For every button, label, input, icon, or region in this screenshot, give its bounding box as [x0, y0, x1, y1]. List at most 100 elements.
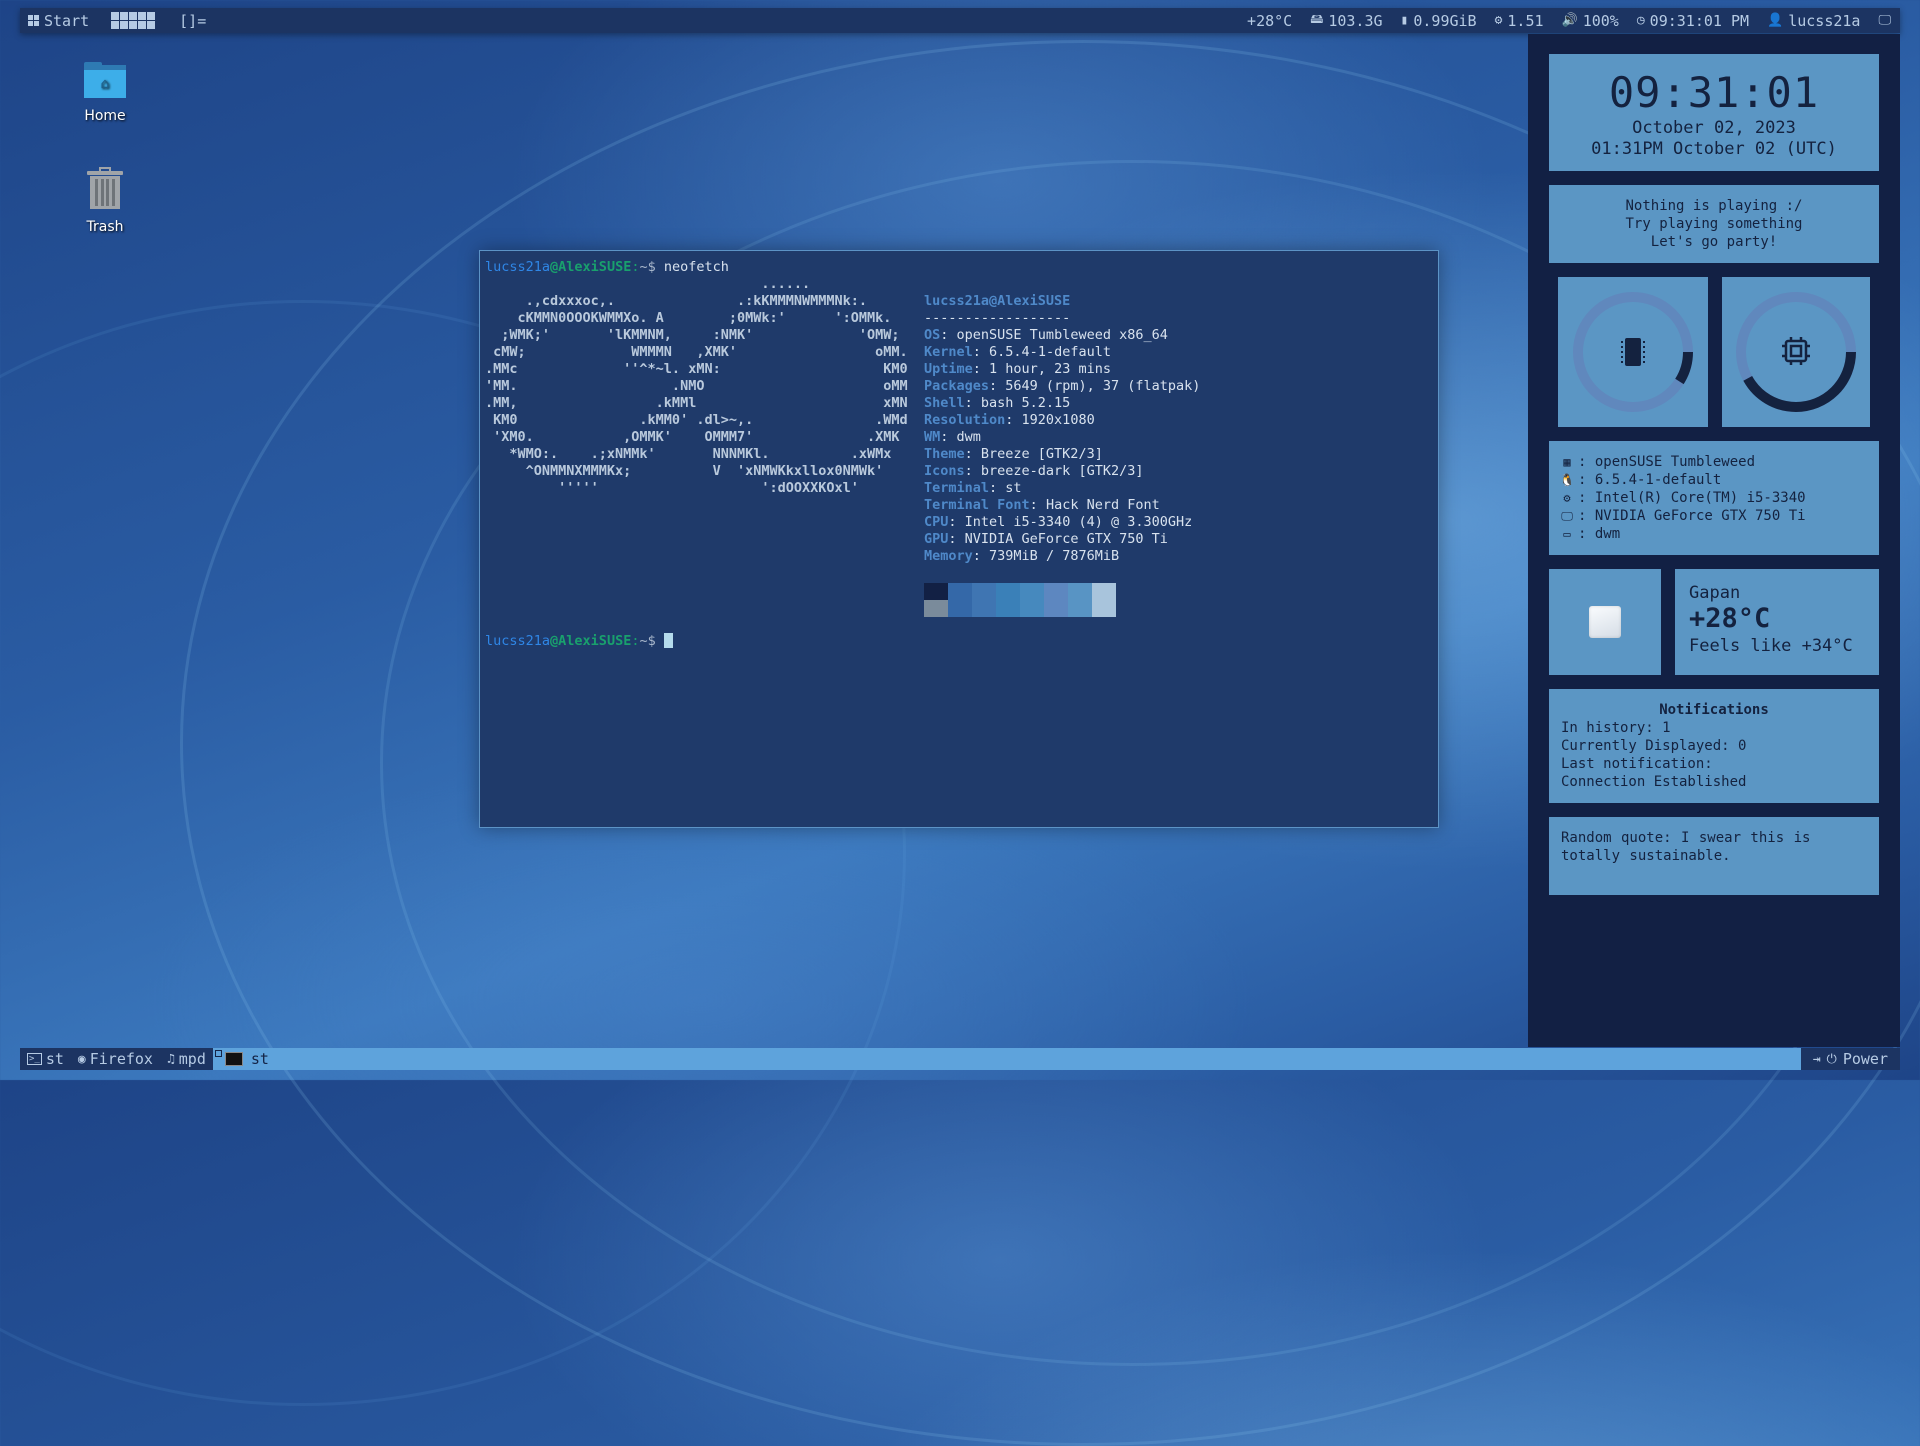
tag-1[interactable] — [111, 12, 120, 20]
prompt-host: AlexiSUSE — [558, 259, 632, 275]
palette-swatch — [972, 600, 996, 617]
tag-8[interactable] — [129, 21, 138, 29]
info-value: 739MiB / 7876MiB — [989, 548, 1120, 564]
memory-chip-icon — [1621, 338, 1645, 366]
launcher-firefox[interactable]: ◉ Firefox — [71, 1048, 160, 1070]
clock-date: October 02, 2023 — [1632, 118, 1796, 138]
info-value: NVIDIA GeForce GTX 750 Ti — [964, 531, 1168, 547]
system-info: lucss21a@AlexiSUSE ------------------ OS… — [924, 293, 1200, 564]
palette-swatch — [1020, 583, 1044, 600]
power-button[interactable]: ⇥ ⏻ Power — [1801, 1048, 1900, 1070]
info-value: 1920x1080 — [1021, 412, 1095, 428]
cpu-gauge — [1722, 277, 1870, 427]
ascii-line: .,cdxxxoc,. .:kKMMMNWMMMNk:. — [485, 293, 868, 309]
launcher-label: Firefox — [89, 1050, 153, 1068]
tag-4[interactable] — [138, 12, 147, 20]
ascii-logo: ...... .,cdxxxoc,. .:kKMMMNWMMMNk:. cKMM… — [485, 276, 908, 497]
palette-swatch — [1020, 600, 1044, 617]
memory-icon: ▮ — [1400, 13, 1409, 28]
floating-indicator — [214, 1050, 222, 1057]
desktop-icon-trash[interactable]: Trash — [60, 167, 150, 235]
command-line: lucss21a@AlexiSUSE:~$ neofetch — [485, 259, 1433, 276]
monitor-icon: 🖵 — [1878, 13, 1891, 28]
tag-5[interactable] — [147, 12, 156, 20]
sysinfo-colon: : — [1578, 472, 1595, 488]
info-colon: : — [948, 514, 965, 530]
text-cursor — [663, 633, 673, 648]
temperature-status: +28°C — [1238, 12, 1301, 30]
start-button[interactable]: Start — [20, 12, 97, 30]
clock-value: 09:31:01 PM — [1649, 11, 1750, 30]
cpu-icon: ⚙ — [1563, 491, 1571, 505]
palette-swatch — [924, 600, 948, 617]
launcher-label: st — [45, 1050, 64, 1068]
disk-icon: 🖴 — [1310, 11, 1324, 27]
notification-line: Last notification: — [1561, 756, 1713, 772]
info-colon: : — [989, 480, 1006, 496]
terminal-window[interactable]: lucss21a@AlexiSUSE:~$ neofetch ...... .,… — [479, 250, 1439, 828]
sysinfo-colon: : — [1578, 526, 1595, 542]
music-widget[interactable]: Nothing is playing :/ Try playing someth… — [1549, 185, 1879, 263]
palette-swatch — [948, 583, 972, 600]
info-key: Terminal Font — [924, 497, 1030, 513]
music-note-icon: ♫ — [166, 1051, 175, 1067]
temperature-value: +28°C — [1247, 11, 1293, 30]
info-row: Terminal Font: Hack Nerd Font — [924, 497, 1200, 514]
terminal-icon: >_ — [27, 1053, 42, 1065]
active-prompt[interactable]: lucss21a@AlexiSUSE:~$ — [485, 633, 673, 650]
palette-swatch — [1044, 600, 1068, 617]
sysinfo-value: dwm — [1594, 526, 1621, 542]
desktop-icon-home[interactable]: ⌂ Home — [60, 62, 150, 124]
clock-widget: 09:31:01 October 02, 2023 01:31PM Octobe… — [1549, 54, 1879, 171]
ascii-line: ...... — [485, 276, 811, 292]
sysinfo-value: 6.5.4-1-default — [1594, 472, 1722, 488]
user-value: lucss21a — [1788, 11, 1861, 30]
quote-widget: Random quote: I swear this is totally su… — [1549, 817, 1879, 895]
layout-indicator[interactable]: []= — [171, 12, 214, 30]
info-row: Terminal: st — [924, 480, 1200, 497]
info-colon: : — [1029, 497, 1046, 513]
volume-status[interactable]: 🔊 100% — [1553, 12, 1628, 30]
memory-gauge-ring — [1573, 292, 1693, 412]
weather-feels-like: Feels like +34°C — [1689, 636, 1853, 656]
tag-2[interactable] — [120, 12, 129, 20]
start-grid-icon — [28, 15, 39, 26]
info-key: Kernel — [924, 344, 973, 360]
info-row: Packages: 5649 (rpm), 37 (flatpak) — [924, 378, 1200, 395]
launcher-st[interactable]: >_ st — [20, 1048, 71, 1070]
info-colon: : — [964, 395, 981, 411]
typed-command: neofetch — [663, 259, 729, 275]
systray-button[interactable]: 🖵 — [1869, 13, 1900, 28]
tag-10[interactable] — [147, 21, 156, 29]
info-value: st — [1005, 480, 1022, 496]
active-window-title[interactable]: st — [212, 1048, 1801, 1070]
prompt-user: lucss21a — [485, 259, 551, 275]
cloud-icon — [1589, 606, 1621, 638]
sysinfo-colon: : — [1578, 490, 1595, 506]
info-row: Resolution: 1920x1080 — [924, 412, 1200, 429]
sysinfo-colon: : — [1578, 508, 1595, 524]
volume-icon: 🔊 — [1561, 13, 1578, 28]
tag-6[interactable] — [111, 21, 120, 29]
info-colon: : — [964, 446, 981, 462]
sysinfo-row: 🐧: 6.5.4-1-default — [1560, 471, 1868, 489]
workspace-tags[interactable] — [111, 12, 156, 29]
ascii-line: ^ONMMNXMMMKx; V 'xNMWKkxllox0NMWk' — [485, 463, 884, 479]
system-info-widget: ▦: openSUSE Tumbleweed 🐧: 6.5.4-1-default… — [1549, 441, 1879, 555]
tag-3[interactable] — [129, 12, 138, 20]
prompt-path: ~$ — [639, 259, 664, 275]
clock-icon: ◷ — [1636, 13, 1645, 28]
info-key: Theme — [924, 446, 965, 462]
tag-7[interactable] — [120, 21, 129, 29]
tag-9[interactable] — [138, 21, 147, 29]
prompt-at: @ — [550, 633, 559, 649]
sysinfo-colon: : — [1578, 454, 1595, 470]
monitor-icon: 🖵 — [1561, 509, 1573, 523]
prompt-host: AlexiSUSE — [558, 633, 632, 649]
linux-icon: 🐧 — [1559, 473, 1575, 487]
palette-swatch — [1068, 600, 1092, 617]
ascii-line: .MM, .kMMl xMN — [485, 395, 908, 411]
power-label: Power — [1842, 1050, 1888, 1068]
launcher-mpd[interactable]: ♫ mpd — [160, 1048, 213, 1070]
info-colon: : — [940, 429, 957, 445]
